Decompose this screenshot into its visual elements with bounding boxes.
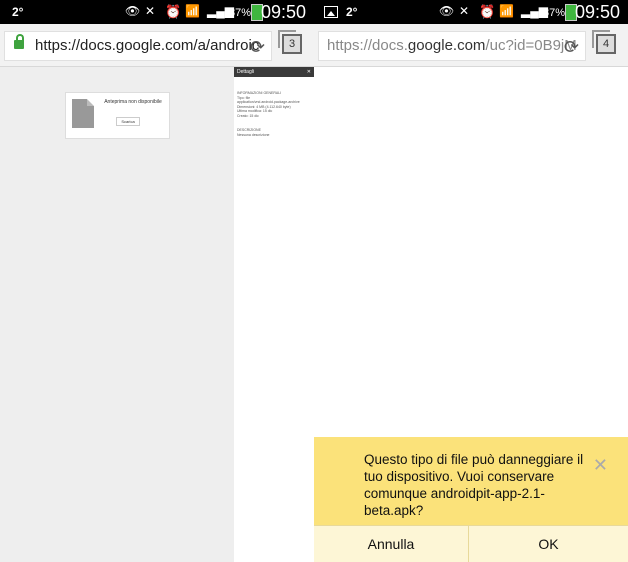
clock: 09:50 [574, 2, 620, 22]
clock: 09:50 [260, 2, 306, 22]
status-bar: 2° 👁 ✕ ⏰ 📶 ▂▄▆ 87% 09:50 [314, 0, 628, 24]
browser-toolbar: https://docs.google.com/uc?id=0B9jM ⟳ 4 [314, 24, 628, 67]
reload-icon[interactable]: ⟳ [564, 37, 579, 58]
ok-button[interactable]: OK [469, 526, 628, 562]
download-button[interactable]: Scarica [116, 117, 140, 126]
created: Creato: 15 dic [237, 113, 259, 118]
details-title: Dettagli [237, 69, 254, 75]
close-icon[interactable]: ✕ [593, 455, 608, 476]
details-header: Dettagli ✕ [234, 67, 314, 77]
status-bar: 2° 👁 ✕ ⏰ 📶 ▂▄▆ 87% 09:50 [0, 0, 314, 24]
download-warning-dialog: Questo tipo di file può danneggiare il t… [314, 437, 628, 562]
dialog-buttons: Annulla OK [314, 525, 628, 562]
dialog-message: Questo tipo di file può danneggiare il t… [364, 452, 584, 518]
image-notification-icon [324, 6, 338, 18]
preview-card: Anteprima non disponibile Scarica [65, 92, 170, 139]
url-bar[interactable]: https://docs.google.com/uc?id=0B9jM ⟳ [318, 31, 586, 61]
mute-icon: ✕ [145, 4, 156, 18]
details-panel: Dettagli ✕ INFORMAZIONI GENERALI Tipo: f… [234, 67, 314, 562]
file-icon [72, 99, 94, 128]
wifi-icon: 📶 [499, 4, 514, 18]
battery-percent: 87% [543, 7, 566, 19]
browser-toolbar: https://docs.google.com/a/androic ⟳ 3 [0, 24, 314, 67]
eye-icon: 👁 [125, 4, 141, 18]
url-text: https://docs.google.com/a/androic [35, 37, 260, 54]
cancel-button[interactable]: Annulla [314, 526, 469, 562]
close-icon[interactable]: ✕ [307, 67, 311, 77]
tabs-button[interactable]: 4 [592, 30, 616, 54]
preview-message: Anteprima non disponibile [104, 99, 162, 105]
alarm-icon: ⏰ [479, 4, 496, 19]
right-screen: 2° 👁 ✕ ⏰ 📶 ▂▄▆ 87% 09:50 https://docs.go… [314, 0, 628, 562]
details-body: INFORMAZIONI GENERALI Tipo: file applica… [234, 77, 314, 141]
reload-icon[interactable]: ⟳ [250, 37, 265, 58]
type-value: application/vnd.android.package-archive [237, 100, 300, 104]
left-screen: 2° 👁 ✕ ⏰ 📶 ▂▄▆ 87% 09:50 https://docs.go… [0, 0, 314, 562]
alarm-icon: ⏰ [165, 4, 182, 19]
wifi-icon: 📶 [185, 4, 200, 18]
eye-icon: 👁 [439, 4, 455, 18]
temperature: 2° [346, 5, 358, 19]
tabs-button[interactable]: 3 [278, 30, 302, 54]
mute-icon: ✕ [459, 4, 470, 18]
description-placeholder[interactable]: Nessuna descrizione [237, 133, 311, 138]
battery-percent: 87% [229, 7, 252, 19]
temperature: 2° [12, 5, 24, 19]
document-viewer [0, 67, 234, 562]
url-bar[interactable]: https://docs.google.com/a/androic ⟳ [4, 31, 272, 61]
url-text: https://docs.google.com/uc?id=0B9jM [327, 37, 577, 54]
lock-icon [14, 34, 24, 49]
